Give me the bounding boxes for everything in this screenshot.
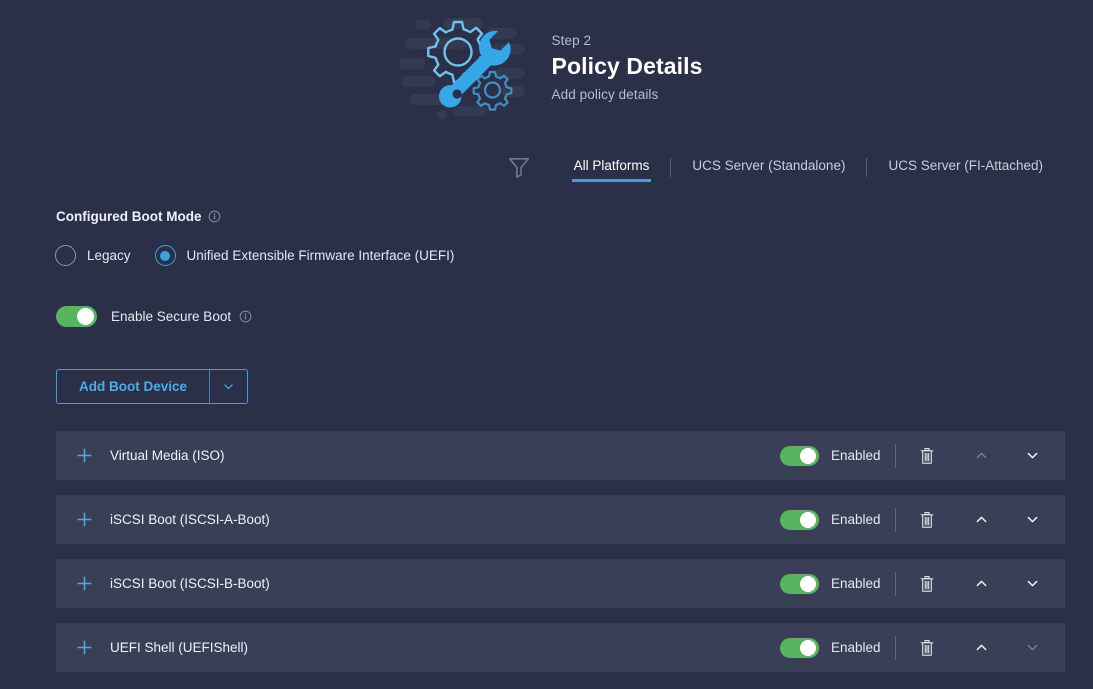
radio-legacy-indicator[interactable] [55,245,76,266]
plus-icon[interactable] [76,639,93,656]
enable-secure-boot-row: Enable Secure Boot [56,306,252,327]
filter-funnel-icon[interactable] [505,153,533,181]
boot-device-controls: Enabled [780,505,1047,535]
page-title: Policy Details [551,52,703,79]
radio-uefi-indicator[interactable] [154,245,176,266]
radio-option-legacy[interactable]: Legacy [55,245,131,266]
move-boot-device-down-button[interactable] [1017,633,1047,663]
boot-device-enable-toggle[interactable] [780,445,819,466]
tab-ucs-server-fi-attached-label: UCS Server (FI-Attached) [888,158,1043,173]
boot-device-controls: Enabled [780,441,1047,471]
control-divider [895,443,896,468]
table-row[interactable]: Virtual Media (ISO) Enabled [56,431,1065,480]
policy-details-page: Step 2 Policy Details Add policy details… [0,0,1093,689]
radio-legacy-label: Legacy [87,248,131,263]
chevron-up-icon [976,452,986,459]
platform-tabbar: All Platforms UCS Server (Standalone) UC… [505,148,1064,186]
boot-device-controls: Enabled [780,569,1047,599]
enable-secure-boot-toggle[interactable] [56,306,97,327]
tab-ucs-server-standalone-label: UCS Server (Standalone) [692,158,846,173]
configured-boot-mode-label: Configured Boot Mode [56,209,221,224]
chevron-down-icon [1027,516,1037,523]
page-subtitle: Add policy details [551,86,659,102]
tab-all-platforms[interactable]: All Platforms [553,152,671,182]
trash-icon [920,639,934,656]
tab-ucs-server-standalone[interactable]: UCS Server (Standalone) [671,152,866,182]
move-boot-device-down-button[interactable] [1017,505,1047,535]
move-boot-device-down-button[interactable] [1017,441,1047,471]
chevron-down-icon [1027,580,1037,587]
trash-icon [920,575,934,592]
move-boot-device-down-button[interactable] [1017,569,1047,599]
add-boot-device-button[interactable]: Add Boot Device [56,369,249,404]
configured-boot-mode-text: Configured Boot Mode [56,209,202,224]
boot-device-name: iSCSI Boot (ISCSI-A-Boot) [110,512,270,527]
move-boot-device-up-button[interactable] [966,505,996,535]
radio-uefi-label: Unified Extensible Firmware Interface (U… [186,248,455,263]
add-boot-device-divider [209,370,211,403]
chevron-up-icon [976,516,986,523]
step-label: Step 2 [551,32,592,48]
trash-icon [920,447,934,464]
control-divider [895,571,896,596]
boot-device-state-label: Enabled [831,512,881,527]
trash-icon [920,511,934,528]
plus-icon[interactable] [76,447,93,464]
header-text-block: Step 2 Policy Details Add policy details [552,31,703,102]
delete-boot-device-button[interactable] [912,441,942,471]
delete-boot-device-button[interactable] [912,569,942,599]
boot-device-enable-toggle[interactable] [780,509,819,530]
boot-device-name: iSCSI Boot (ISCSI-B-Boot) [110,576,270,591]
delete-boot-device-button[interactable] [912,505,942,535]
boot-device-name: UEFI Shell (UEFIShell) [110,640,249,655]
move-boot-device-up-button[interactable] [966,633,996,663]
boot-device-state-label: Enabled [831,576,881,591]
add-boot-device-dropdown[interactable] [210,370,247,403]
table-row[interactable]: iSCSI Boot (ISCSI-A-Boot) Enabled [56,495,1065,544]
boot-device-state-label: Enabled [831,448,881,463]
move-boot-device-up-button[interactable] [966,441,996,471]
enable-secure-boot-label: Enable Secure Boot [111,309,232,324]
table-row[interactable]: iSCSI Boot (ISCSI-B-Boot) Enabled [56,559,1065,608]
boot-device-list: Virtual Media (ISO) Enabled iSCSI Boot (… [56,431,1065,672]
info-circle-icon[interactable] [208,210,221,223]
tab-all-platforms-label: All Platforms [573,158,650,173]
info-circle-icon[interactable] [239,310,252,323]
radio-option-uefi[interactable]: Unified Extensible Firmware Interface (U… [154,245,455,266]
plus-icon[interactable] [76,575,93,592]
boot-device-enable-toggle[interactable] [780,573,819,594]
boot-mode-radio-group: Legacy Unified Extensible Firmware Inter… [55,245,454,266]
gear-wrench-illustration [398,18,525,119]
boot-device-controls: Enabled [780,633,1047,663]
tab-ucs-server-fi-attached[interactable]: UCS Server (FI-Attached) [867,152,1064,182]
boot-device-name: Virtual Media (ISO) [110,448,225,463]
chevron-down-icon [1027,644,1037,651]
chevron-down-icon [224,384,233,390]
chevron-up-icon [976,580,986,587]
control-divider [895,635,896,660]
add-boot-device-label: Add Boot Device [79,379,188,394]
move-boot-device-up-button[interactable] [966,569,996,599]
delete-boot-device-button[interactable] [912,633,942,663]
chevron-down-icon [1027,452,1037,459]
enable-secure-boot-label-group: Enable Secure Boot [111,309,252,324]
control-divider [895,507,896,532]
boot-device-state-label: Enabled [831,640,881,655]
plus-icon[interactable] [76,511,93,528]
boot-device-enable-toggle[interactable] [780,637,819,658]
table-row[interactable]: UEFI Shell (UEFIShell) Enabled [56,623,1065,672]
page-header: Step 2 Policy Details Add policy details [0,0,1093,132]
chevron-up-icon [976,644,986,651]
